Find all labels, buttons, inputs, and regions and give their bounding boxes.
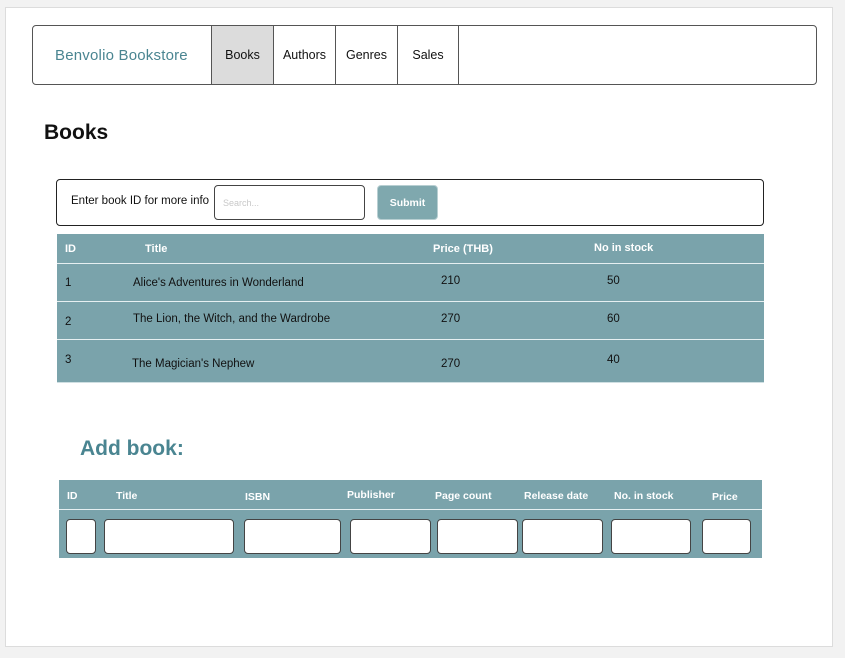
page-title: Books bbox=[44, 121, 109, 144]
add-col-page-count: Page count bbox=[435, 490, 492, 502]
cell-stock: 40 bbox=[607, 354, 620, 366]
add-title-input[interactable] bbox=[104, 519, 234, 554]
add-book-form: ID Title ISBN Publisher Page count Relea… bbox=[59, 480, 762, 558]
col-header-id: ID bbox=[65, 243, 76, 255]
nav-item-sales[interactable]: Sales bbox=[397, 26, 459, 84]
add-col-title: Title bbox=[116, 490, 138, 502]
add-col-isbn: ISBN bbox=[245, 491, 271, 503]
cell-stock: 60 bbox=[607, 313, 620, 325]
add-col-price: Price bbox=[712, 491, 738, 503]
nav-item-books[interactable]: Books bbox=[211, 26, 273, 84]
add-id-input[interactable] bbox=[66, 519, 96, 554]
cell-id: 1 bbox=[65, 277, 72, 289]
table-header-row: ID Title Price (THB) No in stock bbox=[57, 234, 764, 264]
table-row: 3 The Magician's Nephew 270 40 bbox=[57, 340, 764, 382]
cell-title: The Lion, the Witch, and the Wardrobe bbox=[133, 313, 331, 325]
add-book-title: Add book: bbox=[80, 437, 184, 460]
cell-stock: 50 bbox=[607, 275, 620, 287]
add-col-publisher: Publisher bbox=[347, 489, 395, 501]
cell-title: Alice's Adventures in Wonderland bbox=[133, 277, 304, 289]
add-stock-input[interactable] bbox=[611, 519, 691, 554]
cell-price: 270 bbox=[441, 358, 461, 370]
search-input[interactable] bbox=[214, 185, 365, 220]
cell-title: The Magician's Nephew bbox=[132, 358, 255, 370]
nav-item-genres[interactable]: Genres bbox=[335, 26, 397, 84]
cell-id: 2 bbox=[65, 316, 72, 328]
add-col-id: ID bbox=[67, 490, 78, 502]
add-col-stock: No. in stock bbox=[614, 490, 674, 502]
add-publisher-input[interactable] bbox=[350, 519, 431, 554]
table-row: 1 Alice's Adventures in Wonderland 210 5… bbox=[57, 264, 764, 302]
add-release-date-input[interactable] bbox=[522, 519, 603, 554]
add-col-release-date: Release date bbox=[524, 490, 589, 502]
add-book-inputs-row bbox=[59, 510, 762, 557]
search-panel: Enter book ID for more info Submit bbox=[56, 179, 764, 226]
top-nav: Benvolio Bookstore Books Authors Genres … bbox=[32, 25, 817, 85]
add-isbn-input[interactable] bbox=[244, 519, 341, 554]
add-price-input[interactable] bbox=[702, 519, 751, 554]
add-book-header-row: ID Title ISBN Publisher Page count Relea… bbox=[59, 480, 762, 510]
add-page-count-input[interactable] bbox=[437, 519, 518, 554]
cell-price: 270 bbox=[441, 313, 461, 325]
submit-button[interactable]: Submit bbox=[377, 185, 438, 220]
brand-link[interactable]: Benvolio Bookstore bbox=[33, 26, 211, 84]
table-row: 2 The Lion, the Witch, and the Wardrobe … bbox=[57, 302, 764, 340]
nav-item-authors[interactable]: Authors bbox=[273, 26, 335, 84]
col-header-price: Price (THB) bbox=[433, 243, 493, 255]
page-container: Benvolio Bookstore Books Authors Genres … bbox=[5, 7, 833, 647]
books-table: ID Title Price (THB) No in stock 1 Alice… bbox=[57, 234, 764, 383]
col-header-title: Title bbox=[145, 243, 168, 255]
cell-id: 3 bbox=[65, 354, 72, 366]
search-label: Enter book ID for more info bbox=[71, 195, 210, 207]
cell-price: 210 bbox=[441, 275, 461, 287]
col-header-stock: No in stock bbox=[594, 242, 654, 254]
